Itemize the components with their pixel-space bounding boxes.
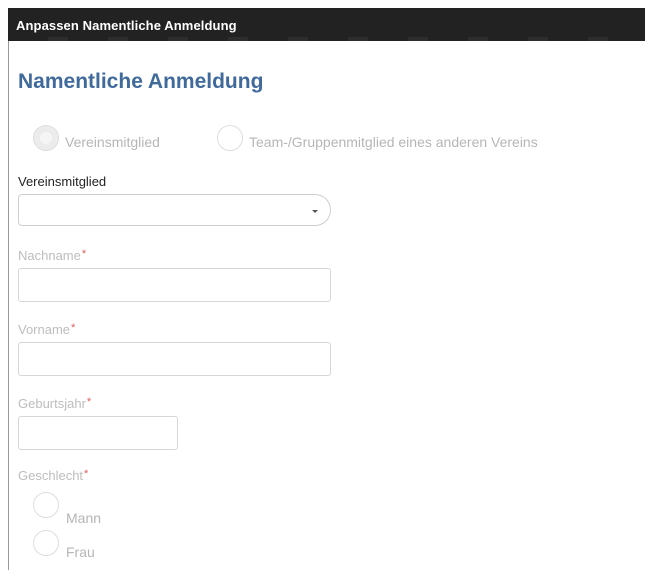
chevron-down-icon <box>308 204 322 218</box>
title-bar: Anpassen Namentliche Anmeldung <box>8 8 645 41</box>
required-marker: * <box>71 322 76 334</box>
radio-mann-label[interactable]: Mann <box>66 510 101 526</box>
nachname-label: Nachname* <box>18 248 87 263</box>
radio-frau[interactable] <box>33 530 59 556</box>
window-title: Anpassen Namentliche Anmeldung <box>16 18 237 33</box>
form-heading: Namentliche Anmeldung <box>18 70 264 93</box>
required-marker: * <box>84 468 89 480</box>
required-marker: * <box>86 396 92 408</box>
radio-team-gruppenmitglied[interactable] <box>217 125 243 151</box>
geschlecht-label: Geschlecht* <box>18 468 89 483</box>
radio-vereinsmitglied-label[interactable]: Vereinsmitglied <box>65 134 160 150</box>
radio-vereinsmitglied[interactable] <box>33 125 59 151</box>
member-select-label: Vereinsmitglied <box>18 174 107 189</box>
required-marker: * <box>81 248 87 260</box>
geburtsjahr-label: Geburtsjahr* <box>18 396 92 411</box>
member-select[interactable] <box>18 194 331 226</box>
vorname-input[interactable] <box>18 342 331 376</box>
dialog-left-border <box>8 41 9 570</box>
membership-radio-group: Vereinsmitglied Team-/Gruppenmitglied ei… <box>18 118 645 151</box>
radio-team-gruppenmitglied-label[interactable]: Team-/Gruppenmitglied eines anderen Vere… <box>249 134 538 150</box>
vorname-label: Vorname* <box>18 322 76 337</box>
nachname-input[interactable] <box>18 268 331 302</box>
geburtsjahr-input[interactable] <box>18 416 178 450</box>
radio-mann[interactable] <box>33 492 59 518</box>
title-bar-shade <box>8 37 645 41</box>
radio-frau-label[interactable]: Frau <box>66 544 95 560</box>
